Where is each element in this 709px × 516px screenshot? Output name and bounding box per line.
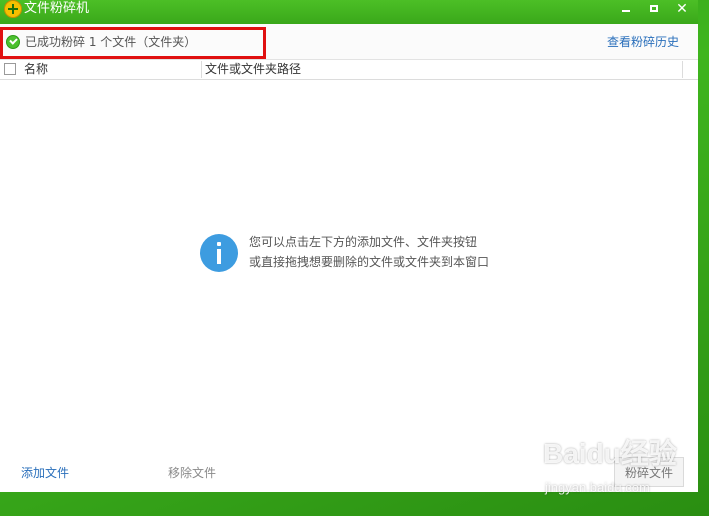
watermark-url: jingyan.baidu.com	[545, 480, 650, 495]
select-all-checkbox[interactable]	[4, 63, 16, 75]
info-icon	[200, 234, 238, 272]
success-check-icon	[6, 35, 20, 49]
remove-file-button[interactable]: 移除文件	[168, 465, 216, 481]
baidu-jingyan-watermark: Baidu经验 jingyan.baidu.com	[535, 436, 705, 506]
status-message: 已成功粉碎 1 个文件（文件夹）	[25, 35, 197, 49]
empty-hint-line-1: 您可以点击左下方的添加文件、文件夹按钮	[249, 235, 478, 249]
window-title: 文件粉碎机	[24, 1, 90, 16]
file-table-header	[0, 60, 698, 80]
column-header-path[interactable]: 文件或文件夹路径	[205, 61, 301, 77]
column-divider[interactable]	[682, 61, 683, 78]
empty-hint-line-2: 或直接拖拽想要删除的文件或文件夹到本窗口	[249, 255, 490, 269]
column-divider[interactable]	[201, 61, 202, 78]
minimize-icon	[622, 9, 630, 12]
column-header-name[interactable]: 名称	[24, 61, 48, 77]
add-file-button[interactable]: 添加文件	[21, 465, 69, 481]
maximize-icon	[650, 5, 658, 12]
minimize-button[interactable]	[612, 0, 640, 17]
view-shred-history-link[interactable]: 查看粉碎历史	[607, 34, 679, 50]
watermark-logo-text: Baidu经验	[543, 438, 677, 469]
close-icon: ✕	[676, 0, 688, 17]
title-bar[interactable]: 文件粉碎机 ✕	[0, 0, 698, 24]
maximize-button[interactable]	[640, 0, 668, 17]
file-shredder-window: 文件粉碎机 ✕ 已成功粉碎 1 个文件（文件夹） 查看粉碎历史 名称 文件或文件…	[0, 0, 698, 492]
app-logo-icon	[4, 0, 22, 18]
close-button[interactable]: ✕	[668, 0, 696, 17]
